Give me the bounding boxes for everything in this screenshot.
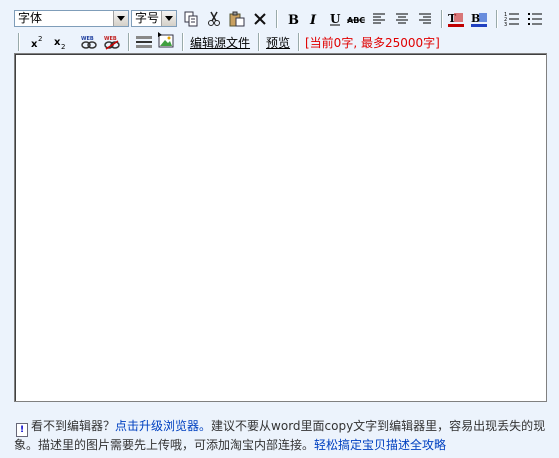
bold-icon[interactable]: B bbox=[284, 10, 302, 28]
chevron-down-icon bbox=[161, 11, 176, 26]
superscript-icon[interactable]: x2 bbox=[28, 33, 46, 51]
insert-image-icon[interactable] bbox=[157, 31, 175, 49]
toolbar-separator bbox=[441, 10, 442, 28]
unordered-list-icon[interactable] bbox=[526, 10, 544, 28]
svg-text:x: x bbox=[31, 39, 38, 50]
ordered-list-icon[interactable]: 123 bbox=[503, 10, 521, 28]
svg-text:B: B bbox=[471, 12, 480, 25]
svg-text:2: 2 bbox=[38, 35, 42, 43]
font-size-value: 字号 bbox=[135, 11, 160, 25]
strikethrough-icon[interactable]: ABC bbox=[347, 10, 365, 28]
svg-text:U: U bbox=[330, 12, 341, 26]
editor-notice: ! 看不到编辑器？点击升级浏览器。建议不要从word里面copy文字到编辑器里，容… bbox=[14, 418, 554, 454]
insert-link-icon[interactable]: WEB bbox=[80, 33, 98, 51]
svg-text:I: I bbox=[309, 13, 317, 27]
toolbar-separator bbox=[128, 33, 129, 51]
remove-link-icon[interactable]: WEB bbox=[103, 33, 121, 51]
notice-text-1: 看不到编辑器？ bbox=[31, 419, 116, 433]
align-left-icon[interactable] bbox=[370, 10, 388, 28]
svg-text:x: x bbox=[54, 37, 61, 48]
delete-icon[interactable] bbox=[251, 10, 269, 28]
preview-link[interactable]: 预览 bbox=[266, 34, 290, 51]
chevron-down-icon bbox=[113, 11, 128, 26]
align-right-icon[interactable] bbox=[416, 10, 434, 28]
svg-text:B: B bbox=[288, 13, 299, 27]
edit-source-link[interactable]: 编辑源文件 bbox=[190, 34, 250, 51]
toolbar-separator bbox=[182, 33, 183, 51]
font-size-select[interactable]: 字号 bbox=[131, 10, 177, 27]
paste-icon[interactable] bbox=[228, 10, 246, 28]
character-counter: [当前0字, 最多25000字] bbox=[305, 36, 440, 50]
toolbar-separator bbox=[258, 33, 259, 51]
background-color-icon[interactable]: B bbox=[470, 10, 488, 28]
upgrade-browser-link[interactable]: 点击升级浏览器。 bbox=[115, 419, 211, 433]
warning-icon: ! bbox=[16, 423, 28, 437]
toolbar-separator bbox=[298, 33, 299, 51]
toolbar-separator bbox=[496, 10, 497, 28]
svg-text:3: 3 bbox=[504, 22, 507, 27]
copy-icon[interactable] bbox=[182, 10, 200, 28]
svg-text:WEB: WEB bbox=[104, 36, 117, 42]
text-color-icon[interactable]: T bbox=[447, 10, 465, 28]
subscript-icon[interactable]: x2 bbox=[51, 33, 69, 51]
toolbar-separator bbox=[18, 33, 19, 51]
underline-icon[interactable]: U bbox=[326, 10, 344, 28]
align-center-icon[interactable] bbox=[393, 10, 411, 28]
svg-text:2: 2 bbox=[61, 43, 65, 50]
description-guide-link[interactable]: 轻松搞定宝贝描述全攻略 bbox=[314, 438, 446, 452]
font-family-value: 字体 bbox=[18, 11, 43, 25]
svg-text:WEB: WEB bbox=[81, 36, 94, 42]
horizontal-rule-icon[interactable] bbox=[135, 33, 153, 51]
editor-area[interactable] bbox=[14, 53, 547, 402]
toolbar-row-2: x2 x2 WEB WEB 编辑源文件 预览 [当前0字, 最多25000字] bbox=[0, 31, 559, 53]
italic-icon[interactable]: I bbox=[305, 10, 323, 28]
font-family-select[interactable]: 字体 bbox=[14, 10, 129, 27]
toolbar-separator bbox=[276, 10, 277, 28]
toolbar-row-1: 字体 字号 B I U ABC T B 1 2 3 bbox=[0, 8, 559, 30]
cut-icon[interactable] bbox=[205, 10, 223, 28]
